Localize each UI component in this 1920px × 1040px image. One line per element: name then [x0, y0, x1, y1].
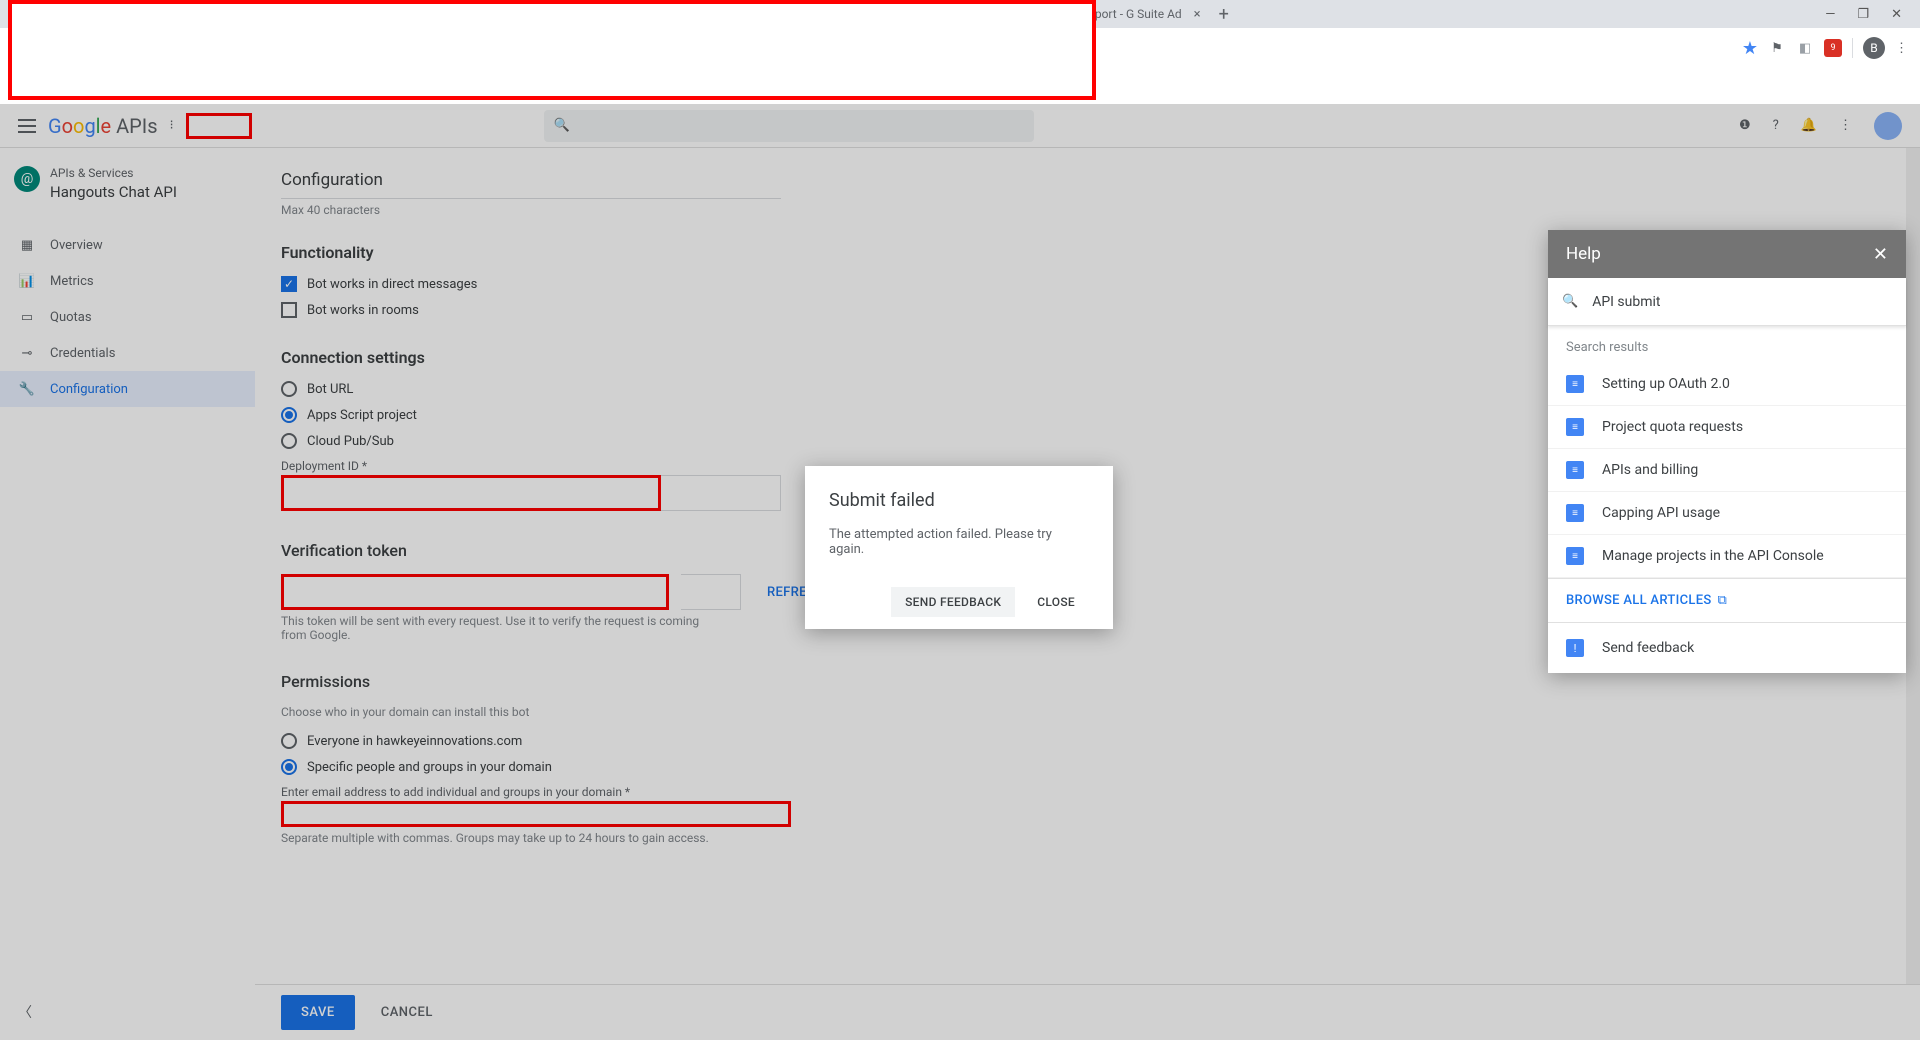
- dialog-body: The attempted action failed. Please try …: [829, 527, 1089, 557]
- close-icon[interactable]: ×: [1194, 7, 1201, 22]
- feedback-icon: !: [1566, 639, 1584, 657]
- close-button[interactable]: CLOSE: [1023, 587, 1089, 617]
- help-title: Help: [1566, 244, 1601, 264]
- send-feedback-label: Send feedback: [1602, 640, 1694, 656]
- help-search[interactable]: 🔍: [1548, 278, 1906, 326]
- help-result-label: Setting up OAuth 2.0: [1602, 376, 1730, 392]
- help-result[interactable]: ≡ Manage projects in the API Console: [1548, 535, 1906, 578]
- help-result-label: Manage projects in the API Console: [1602, 548, 1824, 564]
- help-result[interactable]: ≡ Project quota requests: [1548, 406, 1906, 449]
- help-result-label: Capping API usage: [1602, 505, 1720, 521]
- help-panel: Help ✕ 🔍 Search results ≡ Setting up OAut…: [1548, 230, 1906, 673]
- help-result[interactable]: ≡ Capping API usage: [1548, 492, 1906, 535]
- extension-icon[interactable]: ⚑: [1768, 39, 1786, 57]
- submit-failed-dialog: Submit failed The attempted action faile…: [805, 466, 1113, 629]
- window-close-icon[interactable]: ✕: [1891, 7, 1902, 22]
- maximize-icon[interactable]: ❐: [1857, 7, 1869, 22]
- search-results-label: Search results: [1548, 326, 1906, 363]
- bookmark-star-icon[interactable]: ★: [1742, 38, 1758, 59]
- send-feedback-item[interactable]: ! Send feedback: [1548, 623, 1906, 673]
- doc-icon: ≡: [1566, 375, 1584, 393]
- help-result[interactable]: ≡ Setting up OAuth 2.0: [1548, 363, 1906, 406]
- help-result-label: APIs and billing: [1602, 462, 1698, 478]
- doc-icon: ≡: [1566, 504, 1584, 522]
- dialog-title: Submit failed: [829, 490, 1089, 511]
- help-result[interactable]: ≡ APIs and billing: [1548, 449, 1906, 492]
- divider: [1852, 38, 1853, 58]
- doc-icon: ≡: [1566, 547, 1584, 565]
- send-feedback-button[interactable]: SEND FEEDBACK: [891, 587, 1015, 617]
- minimize-icon[interactable]: —: [1825, 7, 1835, 22]
- close-icon[interactable]: ✕: [1873, 244, 1888, 265]
- search-icon: 🔍: [1562, 294, 1578, 309]
- external-link-icon: ⧉: [1718, 593, 1728, 608]
- redacted-region: [8, 0, 1096, 100]
- profile-avatar[interactable]: B: [1863, 37, 1885, 59]
- browse-all-articles[interactable]: BROWSE ALL ARTICLES⧉: [1548, 578, 1906, 623]
- help-search-input[interactable]: [1592, 294, 1892, 310]
- adblock-badge-icon[interactable]: 9: [1824, 39, 1842, 57]
- help-result-label: Project quota requests: [1602, 419, 1743, 435]
- doc-icon: ≡: [1566, 461, 1584, 479]
- kebab-menu-icon[interactable]: ⋮: [1895, 41, 1908, 56]
- new-tab-button[interactable]: +: [1209, 2, 1239, 26]
- extension-icon[interactable]: ◧: [1796, 39, 1814, 57]
- doc-icon: ≡: [1566, 418, 1584, 436]
